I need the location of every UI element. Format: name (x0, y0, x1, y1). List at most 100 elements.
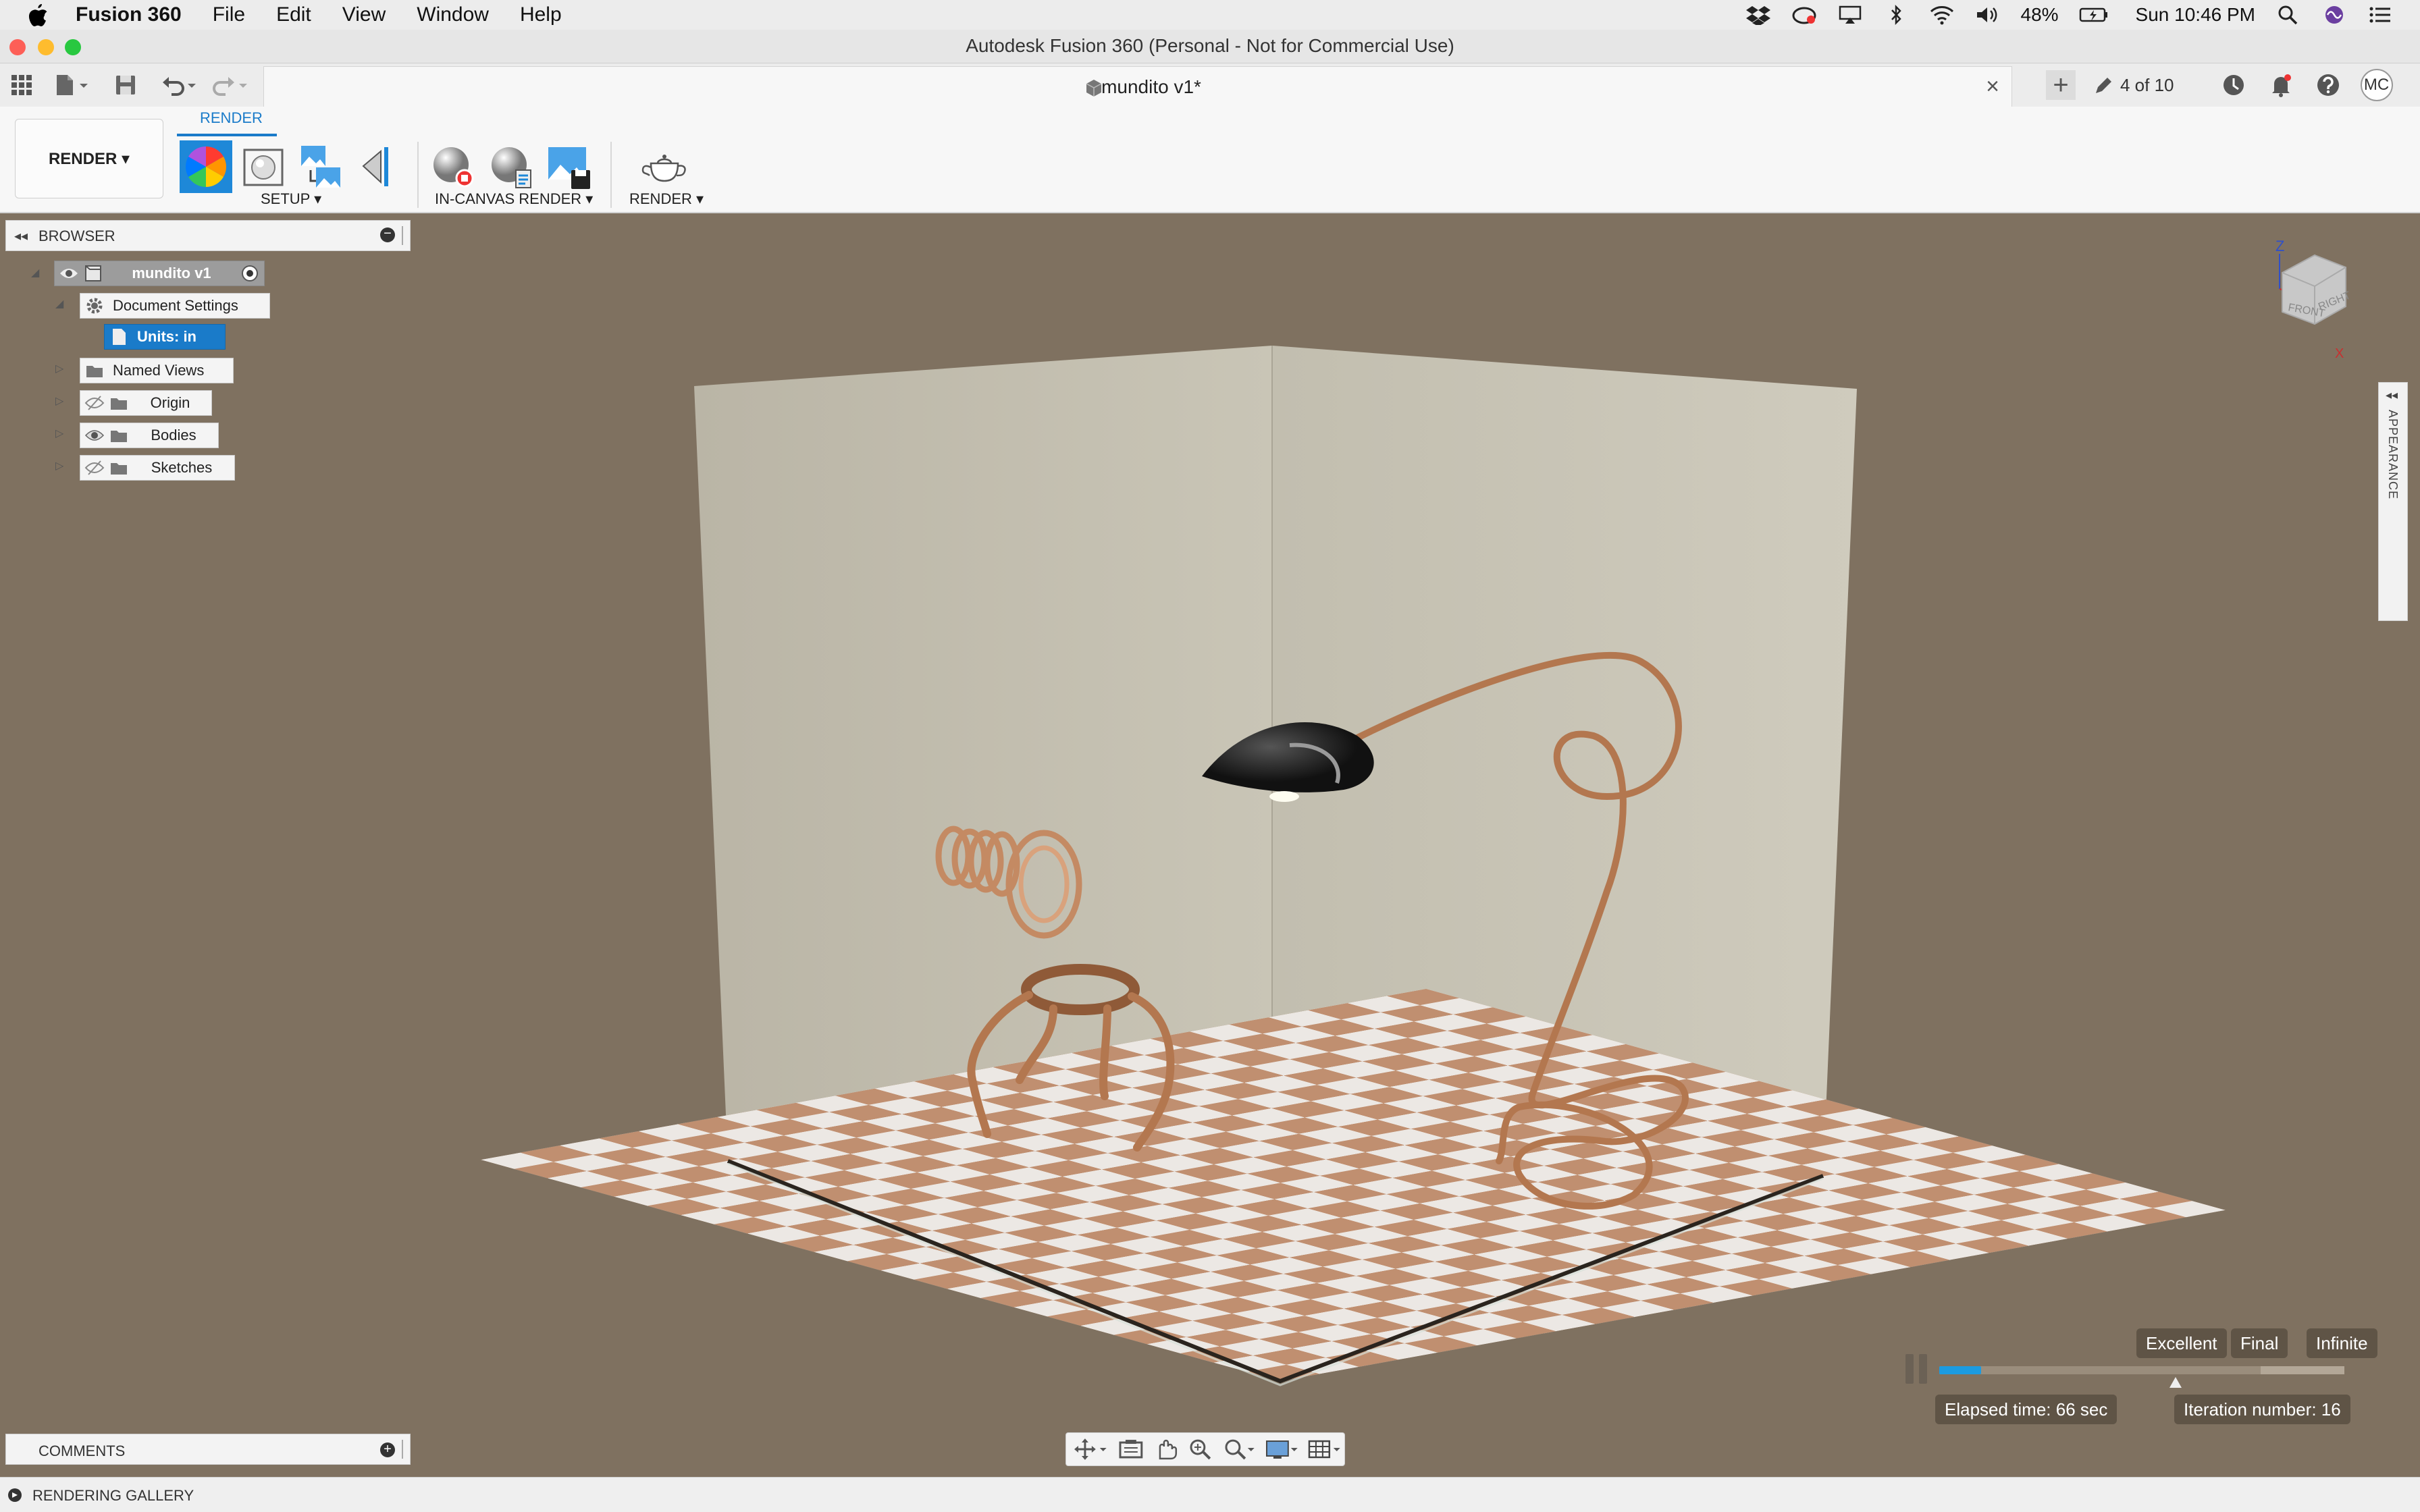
zoom-icon[interactable] (1186, 1437, 1215, 1461)
quality-excellent-button[interactable]: Excellent (2136, 1328, 2227, 1358)
menu-file[interactable]: File (213, 3, 245, 26)
pause-render-icon[interactable] (1904, 1353, 1928, 1385)
capture-image-icon[interactable] (543, 140, 596, 193)
menu-edit[interactable]: Edit (276, 3, 311, 26)
document-tab[interactable]: mundito v1* × (263, 66, 2012, 107)
user-avatar[interactable]: MC (2360, 69, 2393, 101)
visibility-eye-icon[interactable] (59, 263, 79, 284)
units-label: Units: in (137, 328, 196, 345)
menu-clock[interactable]: Sun 10:46 PM (2136, 4, 2255, 26)
bluetooth-icon[interactable] (1883, 5, 1909, 25)
render-group-label[interactable]: RENDER ▾ (629, 190, 704, 208)
browser-collapse-icon[interactable]: ◂◂ (14, 227, 28, 244)
notifications-bell-icon[interactable] (2266, 70, 2296, 100)
version-counter-text: 4 of 10 (2120, 74, 2174, 95)
close-tab-icon[interactable]: × (1986, 74, 1999, 100)
activate-radio-icon[interactable] (240, 263, 260, 284)
add-comment-icon[interactable]: + (380, 1442, 395, 1457)
in-canvas-render-stop-icon[interactable] (427, 140, 479, 193)
hidden-eye-icon[interactable] (84, 458, 105, 478)
bodies-expander-icon[interactable]: ▷ (55, 427, 63, 440)
apple-menu-icon[interactable] (27, 3, 49, 27)
look-at-icon[interactable] (1116, 1437, 1146, 1461)
notification-center-icon[interactable] (2367, 5, 2393, 25)
viewcube-axis-z: Z (2276, 238, 2284, 254)
quality-marker-slider[interactable] (2169, 1377, 2182, 1388)
document-settings-label: Document Settings (113, 297, 238, 314)
scene-settings-icon[interactable] (238, 140, 290, 193)
pan-hand-icon[interactable] (1151, 1437, 1180, 1461)
creative-cloud-icon[interactable] (1791, 5, 1817, 25)
version-counter[interactable]: 4 of 10 (2093, 74, 2174, 96)
browser-document-settings-node[interactable]: Document Settings (80, 293, 270, 319)
browser-bodies-node[interactable]: Bodies (80, 423, 219, 448)
fit-zoom-window-icon[interactable] (1221, 1437, 1259, 1461)
new-tab-button[interactable]: + (2046, 70, 2076, 100)
appearance-expand-icon[interactable]: ◂◂ (2386, 388, 2398, 402)
hidden-eye-icon[interactable] (84, 393, 105, 413)
gallery-expand-icon[interactable]: ▸ (8, 1488, 22, 1502)
workspace-switcher[interactable]: RENDER ▾ (15, 119, 163, 198)
browser-title: BROWSER (38, 227, 115, 244)
save-icon[interactable] (113, 73, 138, 97)
help-icon[interactable] (2313, 70, 2343, 100)
display-settings-icon[interactable] (1264, 1437, 1302, 1461)
render-canvas[interactable] (0, 215, 2420, 1477)
airplay-icon[interactable] (1837, 5, 1863, 25)
grid-snaps-icon[interactable] (1307, 1437, 1344, 1461)
spotlight-search-icon[interactable] (2276, 5, 2301, 25)
wifi-icon[interactable] (1929, 5, 1955, 25)
browser-minimize-icon[interactable]: − (380, 227, 395, 242)
rendering-gallery-bar[interactable]: ▸ RENDERING GALLERY (0, 1477, 2420, 1512)
setup-group-label[interactable]: SETUP ▾ (261, 190, 321, 208)
sketches-expander-icon[interactable]: ▷ (55, 459, 63, 473)
appearance-color-wheel-icon[interactable] (180, 140, 232, 193)
root-expander-icon[interactable]: ◢ (31, 266, 39, 279)
volume-icon[interactable] (1975, 5, 2001, 25)
in-canvas-render-settings-icon[interactable] (485, 140, 537, 193)
visibility-eye-icon[interactable] (84, 425, 105, 446)
texture-map-controls-icon[interactable] (296, 140, 348, 193)
file-menu-icon[interactable] (53, 73, 93, 97)
orbit-move-icon[interactable] (1073, 1437, 1111, 1461)
siri-icon[interactable] (2321, 5, 2347, 25)
decal-icon[interactable] (354, 140, 406, 193)
iteration-number-readout: Iteration number: 16 (2174, 1395, 2350, 1424)
job-status-pencil-icon (2096, 78, 2111, 93)
document-settings-expander-icon[interactable]: ◢ (55, 297, 63, 310)
bodies-label: Bodies (151, 427, 196, 443)
menu-window[interactable]: Window (417, 3, 489, 26)
render-teapot-icon[interactable] (639, 140, 691, 193)
rendered-scene[interactable] (0, 215, 2420, 1477)
tab-render[interactable]: RENDER (200, 109, 263, 127)
job-history-clock-icon[interactable] (2219, 70, 2248, 100)
browser-root-node[interactable]: mundito v1 (54, 261, 265, 286)
appearance-panel-tab[interactable]: ◂◂ APPEARANCE (2378, 382, 2408, 621)
menu-view[interactable]: View (342, 3, 386, 26)
elapsed-time-readout: Elapsed time: 66 sec (1935, 1395, 2118, 1424)
comments-panel[interactable]: COMMENTS + (5, 1434, 411, 1465)
view-cube[interactable]: Z X FRONT RIGHT (2265, 235, 2352, 363)
menu-app-name[interactable]: Fusion 360 (76, 3, 182, 26)
data-panel-grid-icon[interactable] (9, 73, 34, 97)
browser-units-node[interactable]: Units: in (104, 324, 226, 350)
browser-named-views-node[interactable]: Named Views (80, 358, 234, 383)
browser-resize-grip[interactable] (402, 226, 406, 245)
browser-origin-node[interactable]: Origin (80, 390, 212, 416)
menu-help[interactable]: Help (520, 3, 562, 26)
rendering-gallery-title: RENDERING GALLERY (32, 1487, 194, 1504)
window-title: Autodesk Fusion 360 (Personal - Not for … (966, 35, 1454, 56)
in-canvas-render-group-label[interactable]: IN-CANVAS RENDER ▾ (435, 190, 593, 208)
named-views-expander-icon[interactable]: ▷ (55, 362, 63, 375)
dropbox-icon[interactable] (1745, 5, 1771, 25)
redo-icon[interactable] (212, 73, 253, 97)
tab-bar-right-tools: + 4 of 10 MC (2046, 63, 2393, 107)
browser-panel-header[interactable]: ◂◂ BROWSER − (5, 220, 411, 251)
undo-icon[interactable] (161, 73, 201, 97)
comments-resize-grip[interactable] (402, 1440, 406, 1459)
origin-expander-icon[interactable]: ▷ (55, 394, 63, 408)
battery-icon[interactable] (2079, 5, 2109, 25)
quality-infinite-button[interactable]: Infinite (2307, 1328, 2377, 1358)
browser-sketches-node[interactable]: Sketches (80, 455, 235, 481)
quality-final-button[interactable]: Final (2231, 1328, 2288, 1358)
